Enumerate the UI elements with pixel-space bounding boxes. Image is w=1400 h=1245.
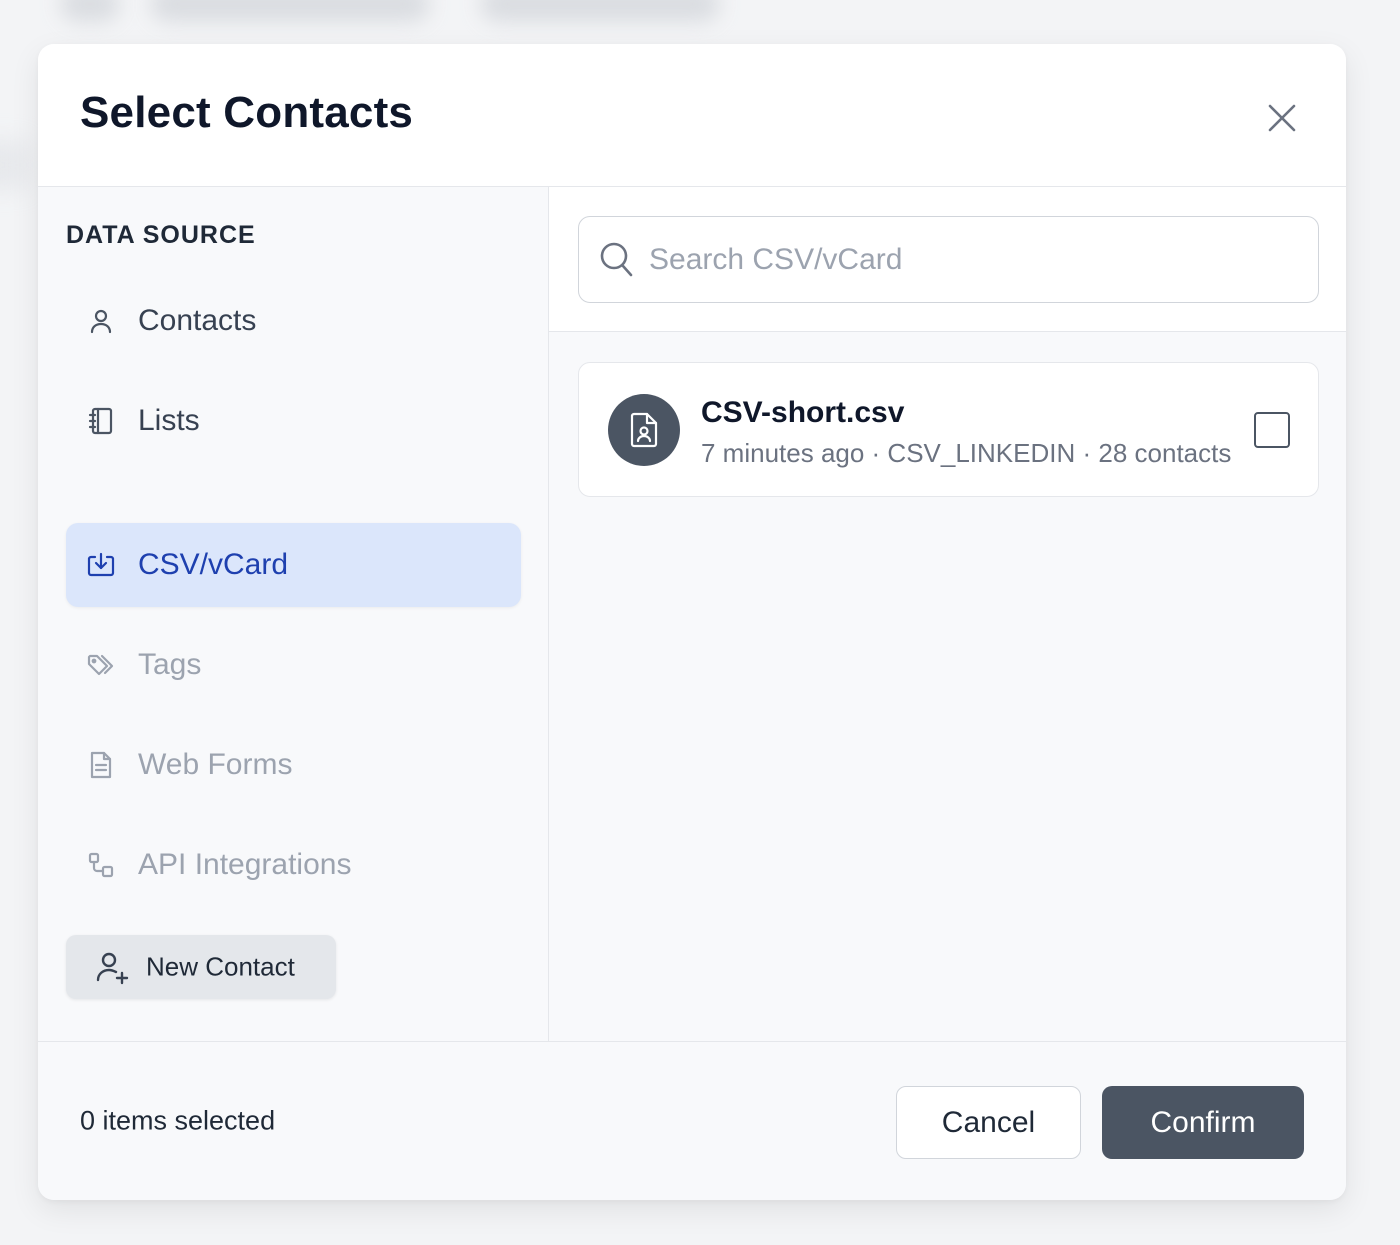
- close-icon: [1268, 104, 1296, 132]
- file-meta: 7 minutes ago · CSV_LINKEDIN · 28 contac…: [701, 438, 1232, 468]
- modal-title: Select Contacts: [80, 88, 414, 137]
- sidebar-item-lists[interactable]: Lists: [66, 379, 521, 463]
- blurred-background-element: [60, 0, 120, 22]
- blurred-background-element: [0, 140, 30, 190]
- modal-footer: 0 items selected Cancel Confirm: [38, 1041, 1346, 1200]
- integration-icon: [86, 850, 116, 880]
- sidebar-item-label: Web Forms: [138, 748, 293, 781]
- add-user-icon: [94, 949, 130, 985]
- sidebar-item-web-forms[interactable]: Web Forms: [66, 723, 521, 807]
- import-icon: [86, 550, 116, 580]
- modal-header: Select Contacts: [38, 44, 1346, 187]
- select-contacts-modal: Select Contacts DATA SOURCE Contacts Lis…: [38, 44, 1346, 1200]
- file-name: CSV-short.csv: [701, 396, 905, 429]
- data-source-sidebar: DATA SOURCE Contacts Lists CSV/vCard Tag…: [38, 187, 549, 1041]
- sidebar-item-csv-vcard[interactable]: CSV/vCard: [66, 523, 521, 607]
- search-area: [549, 187, 1346, 332]
- search-icon: [599, 241, 637, 279]
- close-button[interactable]: [1260, 96, 1304, 140]
- document-icon: [86, 750, 116, 780]
- user-icon: [86, 306, 116, 336]
- sidebar-item-label: CSV/vCard: [138, 548, 289, 581]
- tags-icon: [86, 650, 116, 680]
- file-list-item[interactable]: CSV-short.csv 7 minutes ago · CSV_LINKED…: [578, 362, 1319, 497]
- notebook-icon: [86, 406, 116, 436]
- sidebar-item-label: Lists: [138, 404, 200, 437]
- sidebar-item-contacts[interactable]: Contacts: [66, 279, 521, 363]
- blurred-background-element: [480, 0, 720, 22]
- search-box[interactable]: [578, 216, 1319, 303]
- confirm-button[interactable]: Confirm: [1102, 1086, 1304, 1159]
- sidebar-item-label: Contacts: [138, 304, 257, 337]
- sidebar-item-label: API Integrations: [138, 848, 352, 881]
- content-panel: CSV-short.csv 7 minutes ago · CSV_LINKED…: [549, 187, 1346, 1041]
- sidebar-item-label: Tags: [138, 648, 202, 681]
- sidebar-item-api-integrations[interactable]: API Integrations: [66, 823, 521, 907]
- new-contact-button[interactable]: New Contact: [66, 935, 336, 999]
- cancel-button[interactable]: Cancel: [896, 1086, 1081, 1159]
- search-input[interactable]: [649, 217, 1289, 302]
- file-select-checkbox[interactable]: [1254, 412, 1290, 448]
- selected-count: 0 items selected: [80, 1105, 276, 1136]
- contact-file-icon: [608, 394, 680, 466]
- new-contact-label: New Contact: [146, 951, 295, 982]
- sidebar-item-tags[interactable]: Tags: [66, 623, 521, 707]
- sidebar-heading: DATA SOURCE: [66, 221, 256, 249]
- blurred-background-element: [150, 0, 430, 22]
